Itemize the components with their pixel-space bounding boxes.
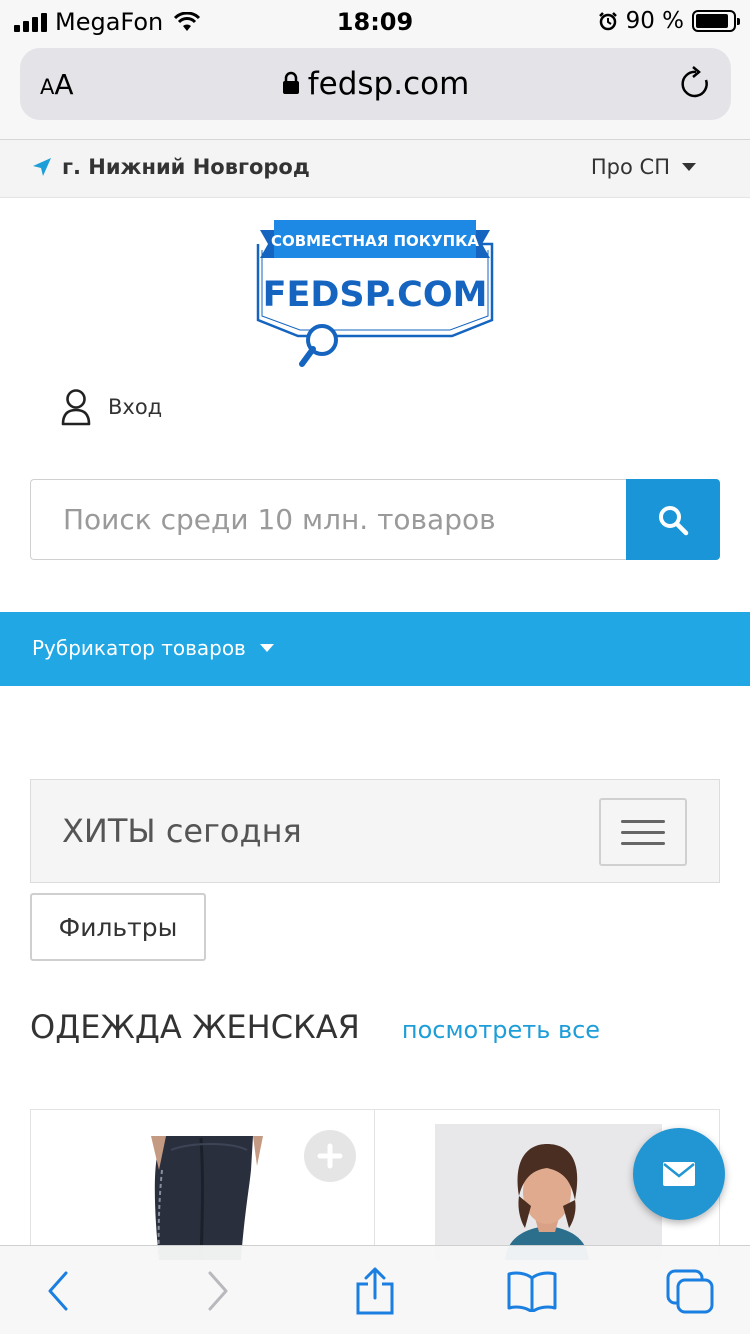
tabs-button[interactable] (660, 1266, 720, 1316)
site-logo[interactable]: СОВМЕСТНАЯ ПОКУПКА FEDSP.COM (252, 216, 498, 372)
filters-button[interactable]: Фильтры (30, 893, 206, 961)
chevron-down-icon (259, 644, 274, 652)
chevron-left-icon (48, 1271, 68, 1311)
section-header: ОДЕЖДА ЖЕНСКАЯ посмотреть все (30, 1008, 600, 1046)
category-menu-label: Рубрикатор товаров (32, 636, 246, 660)
battery-percent: 90 % (625, 8, 684, 34)
search-button[interactable] (626, 479, 720, 560)
logo-banner-text: СОВМЕСТНАЯ ПОКУПКА (271, 232, 479, 250)
chevron-down-icon (682, 163, 696, 171)
search-icon (659, 505, 689, 535)
login-label: Вход (108, 395, 163, 419)
address-bar[interactable]: AA fedsp.com (20, 48, 731, 120)
tabs-icon (666, 1269, 714, 1314)
chevron-right-icon (208, 1271, 228, 1311)
location-arrow-icon (33, 158, 51, 176)
contact-mail-button[interactable] (633, 1128, 725, 1220)
hits-title: ХИТЫ сегодня (62, 812, 302, 850)
about-menu[interactable]: Про СП (591, 155, 696, 179)
browser-top-bar: AA fedsp.com (0, 42, 750, 140)
search-input[interactable] (30, 479, 627, 560)
alarm-icon (598, 12, 617, 31)
hits-panel: ХИТЫ сегодня (30, 779, 720, 883)
envelope-icon (663, 1162, 695, 1186)
lock-icon (282, 71, 299, 94)
logo-brand-text: FEDSP.COM (263, 275, 488, 315)
category-bar: Рубрикатор товаров (0, 612, 750, 686)
browser-toolbar (0, 1245, 750, 1334)
view-all-link[interactable]: посмотреть все (402, 1016, 600, 1044)
plus-icon (317, 1143, 343, 1169)
product-card[interactable] (31, 1110, 375, 1260)
forward-button[interactable] (188, 1266, 248, 1316)
status-bar: MegaFon 18:09 90 % (0, 0, 750, 42)
user-icon (61, 389, 91, 426)
product-grid (30, 1109, 720, 1260)
back-button[interactable] (28, 1266, 88, 1316)
search-form (30, 479, 720, 560)
location-bar: г. Нижний Новгород Про СП (0, 140, 750, 198)
share-icon (356, 1267, 394, 1315)
status-right: 90 % (598, 8, 740, 34)
share-button[interactable] (345, 1266, 405, 1316)
city-selector[interactable]: г. Нижний Новгород (32, 155, 310, 179)
bookmarks-button[interactable] (502, 1266, 562, 1316)
hamburger-icon (621, 819, 665, 823)
battery-fill (696, 14, 729, 28)
url-text: fedsp.com (307, 66, 470, 102)
reload-icon[interactable] (679, 66, 713, 102)
login-link[interactable]: Вход (60, 388, 162, 426)
city-name: г. Нижний Новгород (62, 155, 310, 179)
battery-icon (692, 10, 740, 32)
url-display[interactable]: fedsp.com (20, 66, 731, 102)
section-title: ОДЕЖДА ЖЕНСКАЯ (30, 1008, 360, 1046)
about-menu-label: Про СП (590, 155, 670, 179)
hamburger-menu-button[interactable] (599, 798, 687, 866)
book-icon (507, 1271, 557, 1312)
category-menu-toggle[interactable]: Рубрикатор товаров (32, 636, 274, 660)
add-to-cart-button[interactable] (304, 1130, 356, 1182)
